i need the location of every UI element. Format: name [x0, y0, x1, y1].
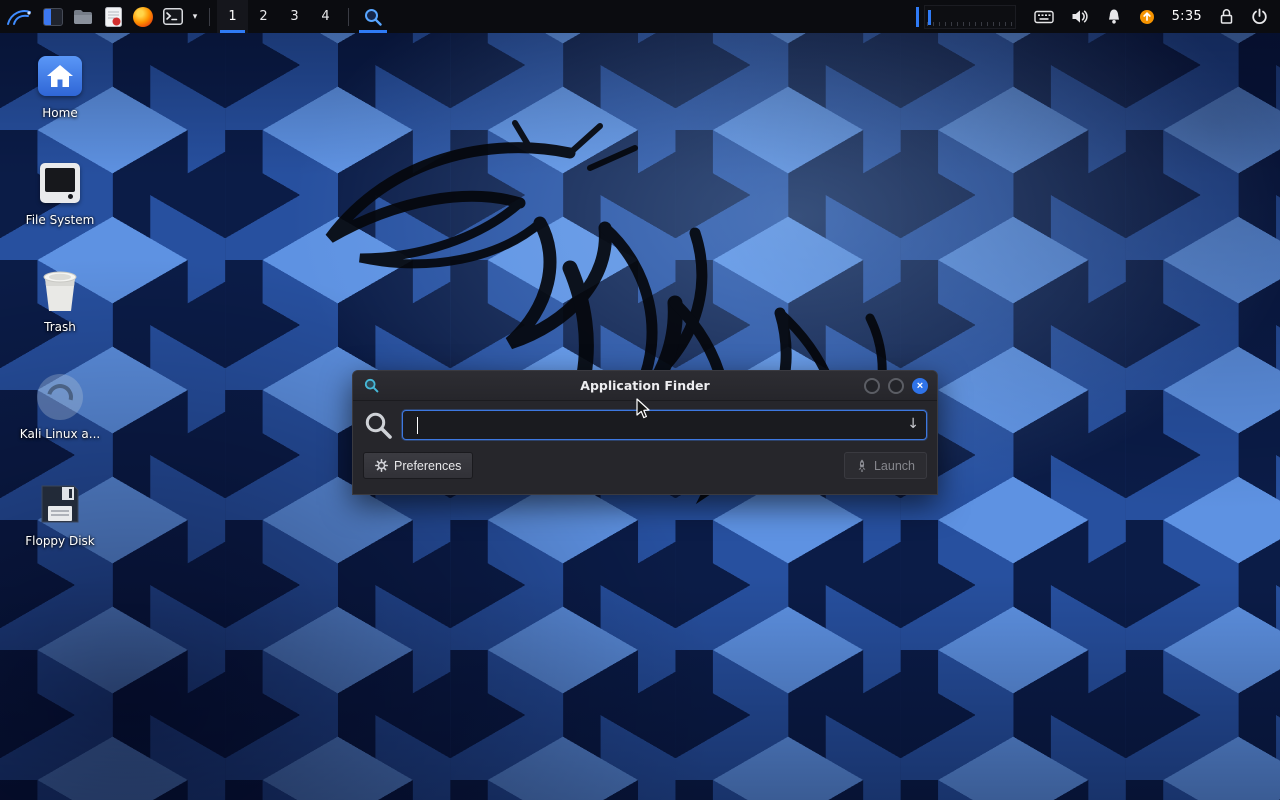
workspace-3-label: 3 — [290, 9, 298, 24]
top-panel: ▾ 1 2 3 4 — [0, 0, 1280, 33]
preferences-label: Preferences — [394, 459, 461, 473]
desktop-icon-kali-docs[interactable]: Kali Linux a... — [12, 373, 108, 480]
cpu-graph-bar — [916, 7, 919, 27]
launch-rocket-icon — [856, 459, 868, 473]
search-icon — [363, 410, 393, 440]
updates-indicator-button[interactable] — [1139, 0, 1155, 33]
desktop-icon-home[interactable]: Home — [12, 52, 108, 159]
dropdown-arrow-icon[interactable]: ↓ — [907, 416, 919, 432]
launcher-text-editor[interactable] — [98, 0, 128, 33]
gear-icon — [375, 459, 388, 472]
launcher-terminal[interactable] — [158, 0, 188, 33]
desktop: ▾ 1 2 3 4 — [0, 0, 1280, 800]
update-status-icon — [1139, 9, 1155, 25]
titlebar[interactable]: Application Finder × — [353, 371, 937, 401]
lock-icon — [1219, 8, 1234, 25]
bell-icon — [1106, 8, 1122, 25]
launch-label: Launch — [874, 459, 915, 473]
search-input[interactable] — [403, 411, 926, 439]
search-entry: ↓ — [402, 410, 927, 440]
file-browser-icon — [43, 8, 63, 26]
keyboard-icon — [1034, 10, 1054, 24]
launcher-file-manager[interactable] — [68, 0, 98, 33]
desktop-icon-floppy[interactable]: Floppy Disk — [12, 480, 108, 587]
desktop-icon-label: Kali Linux a... — [20, 428, 100, 442]
desktop-icon-label: File System — [26, 214, 95, 228]
workspace-4-button[interactable]: 4 — [310, 0, 341, 33]
desktop-icon-column: Home File System Trash Kali Linux a... — [12, 52, 108, 587]
notifications-button[interactable] — [1106, 0, 1122, 33]
desktop-icon-label: Floppy Disk — [25, 535, 95, 549]
workspace-1-label: 1 — [228, 9, 236, 24]
close-button[interactable]: × — [912, 378, 928, 394]
terminal-icon — [163, 8, 183, 25]
workspace-2-button[interactable]: 2 — [248, 0, 279, 33]
launcher-firefox[interactable] — [128, 0, 158, 33]
launcher-file-browser[interactable] — [38, 0, 68, 33]
desktop-icon-file-system[interactable]: File System — [12, 159, 108, 266]
maximize-button[interactable] — [888, 378, 904, 394]
system-tray: 5:35 — [1034, 0, 1280, 33]
terminal-dropdown-chevron[interactable]: ▾ — [188, 0, 202, 33]
launch-button[interactable]: Launch — [844, 452, 927, 479]
workspace-3-button[interactable]: 3 — [279, 0, 310, 33]
keyboard-indicator-button[interactable] — [1034, 0, 1054, 33]
speaker-icon — [1071, 9, 1089, 24]
close-icon: × — [917, 380, 923, 392]
trash-icon — [38, 267, 82, 313]
volume-button[interactable] — [1071, 0, 1089, 33]
chevron-down-icon: ▾ — [193, 12, 198, 22]
applications-menu-button[interactable] — [0, 0, 38, 33]
text-editor-icon — [105, 7, 122, 27]
file-system-icon — [40, 163, 80, 203]
panel-separator — [348, 8, 349, 26]
text-caret — [417, 417, 418, 434]
application-finder-window: Application Finder × ↓ — [352, 370, 938, 495]
clock[interactable]: 5:35 — [1172, 9, 1202, 24]
preferences-button[interactable]: Preferences — [363, 452, 473, 479]
power-icon — [1251, 8, 1268, 25]
logout-button[interactable] — [1251, 0, 1268, 33]
mouse-cursor — [636, 398, 651, 420]
system-monitor-widget[interactable] — [924, 5, 1016, 29]
workspace-1-button[interactable]: 1 — [217, 0, 248, 33]
kali-logo-icon — [6, 7, 32, 27]
workspace-4-label: 4 — [321, 9, 329, 24]
monitor-activity-bar — [928, 10, 931, 25]
screen-lock-button[interactable] — [1219, 0, 1234, 33]
application-finder-icon — [363, 7, 383, 27]
desktop-icon-label: Trash — [44, 321, 76, 335]
floppy-disk-icon — [38, 482, 82, 526]
kali-link-icon — [37, 374, 83, 420]
desktop-icon-trash[interactable]: Trash — [12, 266, 108, 373]
firefox-icon — [133, 7, 153, 27]
window-title: Application Finder — [580, 378, 709, 393]
folder-icon — [73, 9, 93, 25]
panel-separator — [209, 8, 210, 26]
app-finder-window-icon — [364, 378, 379, 393]
launcher-application-finder[interactable] — [356, 0, 390, 33]
workspace-2-label: 2 — [259, 9, 267, 24]
home-icon — [38, 56, 82, 96]
minimize-button[interactable] — [864, 378, 880, 394]
desktop-icon-label: Home — [42, 107, 77, 121]
